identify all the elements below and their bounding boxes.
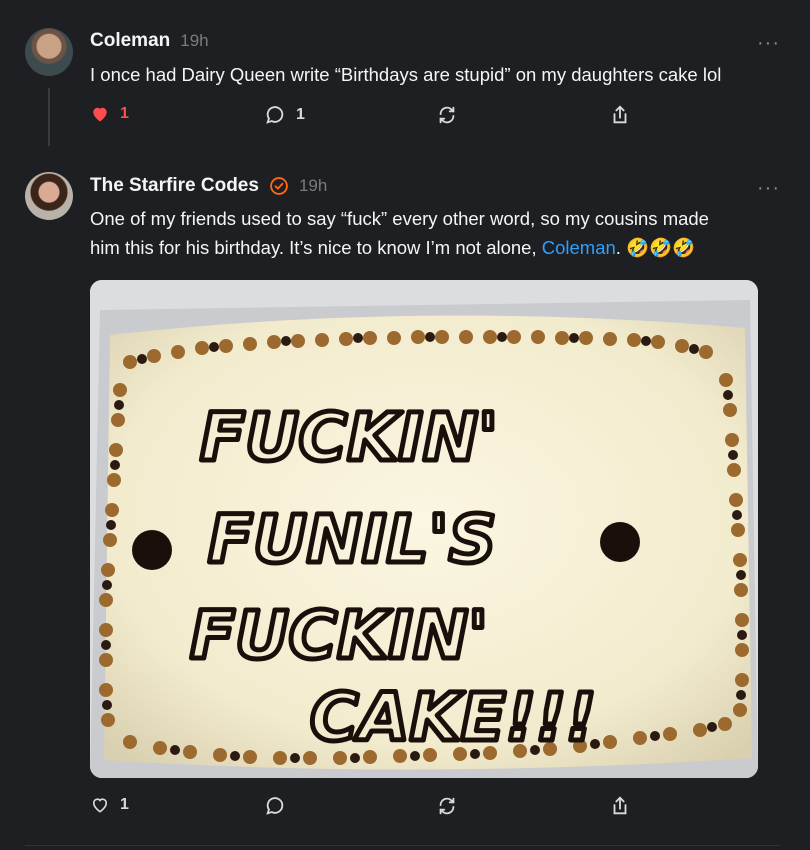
post-text-line: him this for his birthday. It’s nice to … xyxy=(90,233,776,262)
post-image[interactable]: FUCKIN' FUNIL'S FUCKIN' CAKE!!! xyxy=(90,280,758,778)
repost-icon xyxy=(439,797,455,815)
post-text: One of my friends used to say “fuck” eve… xyxy=(90,204,776,262)
username[interactable]: The Starfire Codes xyxy=(90,175,259,197)
heart-outline-icon xyxy=(92,798,108,813)
share-button[interactable] xyxy=(609,795,631,817)
comment-icon xyxy=(266,797,284,815)
cake-text-line: CAKE!!! xyxy=(310,679,596,756)
like-count: 1 xyxy=(120,796,129,813)
cake-illustration: FUCKIN' FUNIL'S FUCKIN' CAKE!!! xyxy=(90,280,758,778)
more-options-icon[interactable]: ··· xyxy=(757,177,780,200)
cake-text-line: FUCKIN' xyxy=(190,597,488,674)
post-divider xyxy=(25,845,780,846)
avatar[interactable] xyxy=(25,172,73,220)
repost-button[interactable] xyxy=(436,795,458,817)
cake-text-line: FUNIL'S xyxy=(208,501,496,578)
mention-link[interactable]: Coleman xyxy=(542,237,616,258)
verified-badge-icon xyxy=(270,177,288,195)
cake-text-line: FUCKIN' xyxy=(200,399,498,476)
like-button[interactable]: 1 xyxy=(90,795,129,815)
post-header: The Starfire Codes 19h xyxy=(90,175,327,197)
reply-button[interactable] xyxy=(264,795,286,817)
icing-dot xyxy=(600,522,640,562)
share-icon xyxy=(613,796,627,815)
timestamp: 19h xyxy=(298,176,328,195)
post-text-line: One of my friends used to say “fuck” eve… xyxy=(90,208,709,229)
post-text-segment: him this for his birthday. It’s nice to … xyxy=(90,237,542,258)
post-starfire: The Starfire Codes 19h ··· One of my fri… xyxy=(0,0,810,850)
post-text-segment: . 🤣🤣🤣 xyxy=(615,237,696,258)
icing-dot xyxy=(132,530,172,570)
